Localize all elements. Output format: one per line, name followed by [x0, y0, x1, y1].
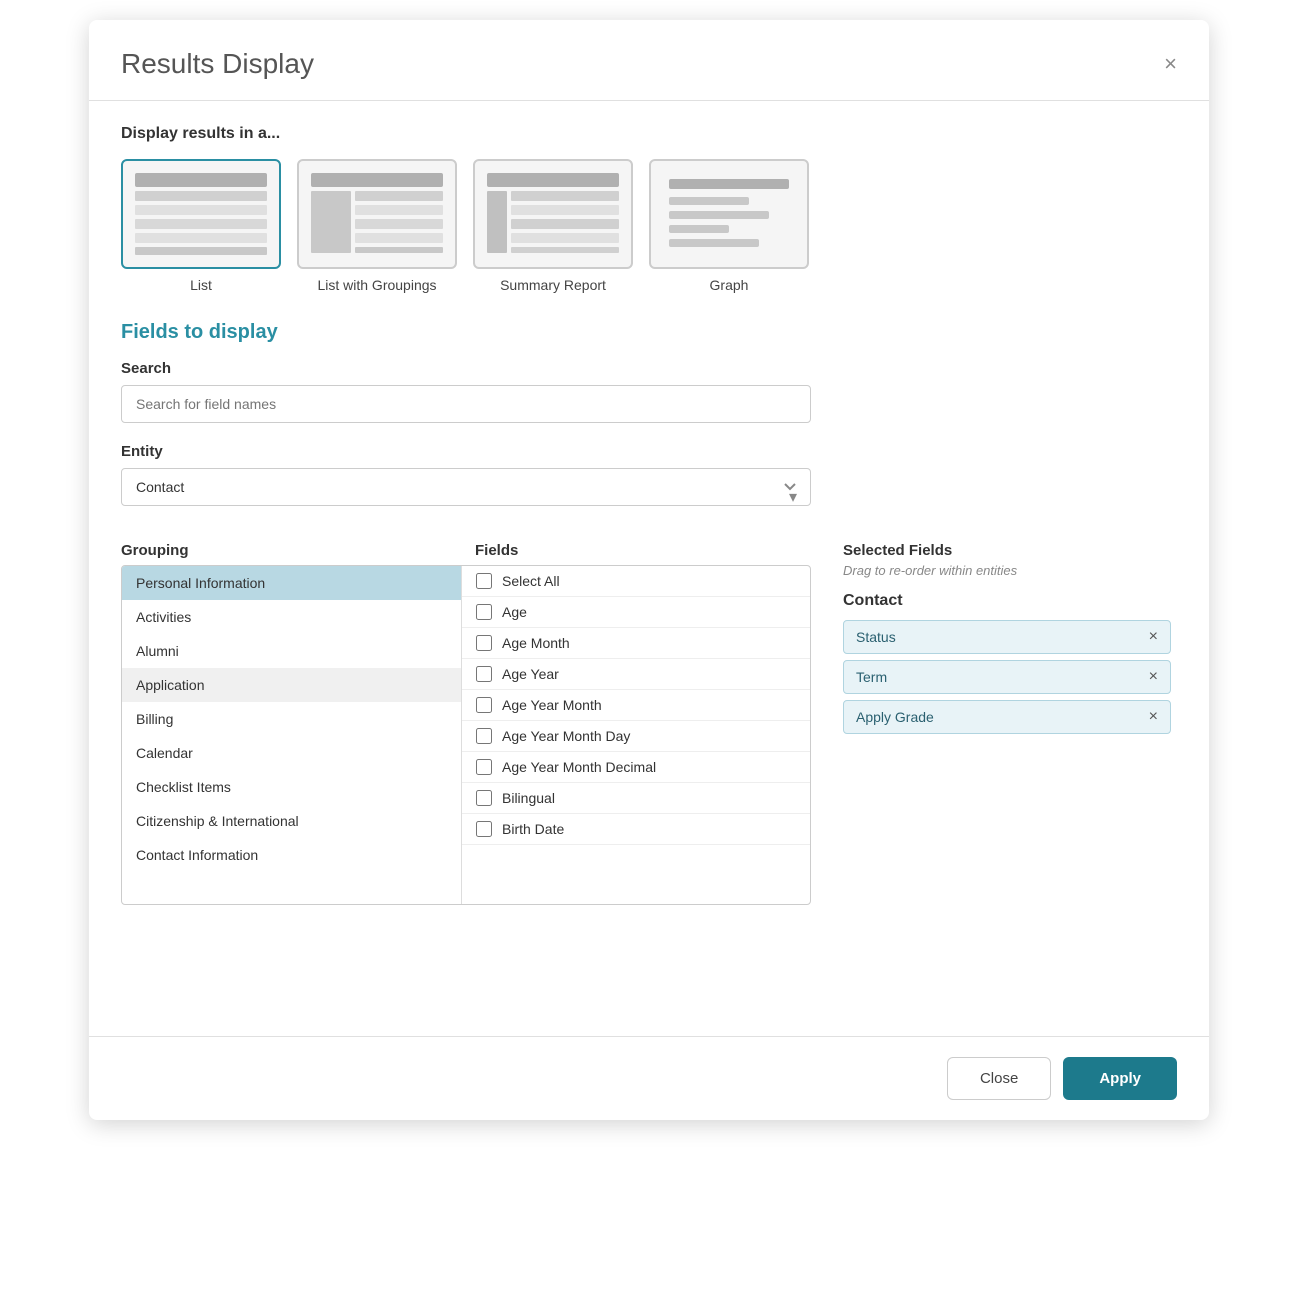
checkbox-birth-date[interactable] — [476, 821, 492, 837]
display-option-label-graph: Graph — [710, 277, 749, 293]
fields-col: Select All Age Age Month — [462, 566, 810, 904]
chip-term: Term × — [843, 660, 1171, 694]
fields-list: Select All Age Age Month — [462, 566, 810, 845]
checkbox-age-month[interactable] — [476, 635, 492, 651]
field-label-age-year-month: Age Year Month — [502, 697, 602, 713]
grouping-item-billing[interactable]: Billing — [122, 702, 461, 736]
field-label-birth-date: Birth Date — [502, 821, 564, 837]
display-options: List List with Groupings — [121, 159, 1177, 293]
field-item-age-year-month-day[interactable]: Age Year Month Day — [462, 721, 810, 752]
field-label-select-all: Select All — [502, 573, 560, 589]
entity-label: Entity — [121, 443, 1177, 460]
checkbox-select-all[interactable] — [476, 573, 492, 589]
checkbox-age-year-month-day[interactable] — [476, 728, 492, 744]
grouping-item-citizenship[interactable]: Citizenship & International — [122, 804, 461, 838]
chip-apply-grade-remove[interactable]: × — [1149, 709, 1158, 725]
apply-button[interactable]: Apply — [1063, 1057, 1177, 1100]
list-icon — [131, 169, 271, 259]
grouping-item-contact-info[interactable]: Contact Information — [122, 838, 461, 872]
chip-apply-grade: Apply Grade × — [843, 700, 1171, 734]
field-label-age-month: Age Month — [502, 635, 570, 651]
display-option-box-summary — [473, 159, 633, 269]
field-label-age: Age — [502, 604, 527, 620]
selected-fields-title: Selected Fields — [843, 542, 1171, 559]
grouping-item-calendar[interactable]: Calendar — [122, 736, 461, 770]
field-label-age-year: Age Year — [502, 666, 559, 682]
display-option-box-list — [121, 159, 281, 269]
modal-title: Results Display — [121, 48, 314, 80]
chip-status-remove[interactable]: × — [1149, 629, 1158, 645]
field-item-age[interactable]: Age — [462, 597, 810, 628]
entity-select-wrapper: Contact Application Alumni Billing — [121, 468, 811, 526]
modal-header: Results Display × — [89, 20, 1209, 101]
display-option-summary[interactable]: Summary Report — [473, 159, 633, 293]
checkbox-age-year-month-decimal[interactable] — [476, 759, 492, 775]
field-label-age-year-month-decimal: Age Year Month Decimal — [502, 759, 656, 775]
display-label: Display results in a... — [121, 125, 1177, 143]
field-label-age-year-month-day: Age Year Month Day — [502, 728, 630, 744]
grouping-fields-container: Personal Information Activities Alumni A… — [121, 565, 811, 905]
field-item-bilingual[interactable]: Bilingual — [462, 783, 810, 814]
field-item-age-year-month[interactable]: Age Year Month — [462, 690, 810, 721]
grouping-list: Personal Information Activities Alumni A… — [122, 566, 461, 872]
field-item-age-year[interactable]: Age Year — [462, 659, 810, 690]
fields-header: Fields — [461, 542, 518, 565]
fields-section-title: Fields to display — [121, 321, 1177, 344]
display-option-list[interactable]: List — [121, 159, 281, 293]
search-label: Search — [121, 360, 1177, 377]
display-option-box-graph — [649, 159, 809, 269]
field-item-select-all[interactable]: Select All — [462, 566, 810, 597]
right-panel: Selected Fields Drag to re-order within … — [811, 526, 1171, 905]
checkbox-age-year[interactable] — [476, 666, 492, 682]
grouping-header: Grouping — [121, 542, 461, 565]
field-item-birth-date[interactable]: Birth Date — [462, 814, 810, 845]
grouping-col: Personal Information Activities Alumni A… — [122, 566, 462, 904]
grouping-item-application[interactable]: Application — [122, 668, 461, 702]
display-option-label-summary: Summary Report — [500, 277, 606, 293]
list-groupings-icon — [307, 169, 447, 259]
display-option-box-list-groupings — [297, 159, 457, 269]
grouping-item-checklist[interactable]: Checklist Items — [122, 770, 461, 804]
chip-apply-grade-label: Apply Grade — [856, 709, 934, 725]
modal-footer: Close Apply — [89, 1036, 1209, 1120]
grouping-item-activities[interactable]: Activities — [122, 600, 461, 634]
columns-row: Grouping Fields Personal Information Act… — [121, 526, 1177, 905]
display-option-list-groupings[interactable]: List with Groupings — [297, 159, 457, 293]
checkbox-bilingual[interactable] — [476, 790, 492, 806]
field-label-bilingual: Bilingual — [502, 790, 555, 806]
close-footer-button[interactable]: Close — [947, 1057, 1051, 1100]
graph-icon — [659, 169, 799, 259]
modal-body: Display results in a... List — [89, 101, 1209, 1036]
checkbox-age[interactable] — [476, 604, 492, 620]
checkbox-age-year-month[interactable] — [476, 697, 492, 713]
entity-select[interactable]: Contact Application Alumni Billing — [121, 468, 811, 506]
close-button[interactable]: × — [1164, 53, 1177, 75]
chip-status: Status × — [843, 620, 1171, 654]
field-item-age-year-month-decimal[interactable]: Age Year Month Decimal — [462, 752, 810, 783]
selected-fields-hint: Drag to re-order within entities — [843, 563, 1171, 578]
display-option-graph[interactable]: Graph — [649, 159, 809, 293]
contact-label: Contact — [843, 592, 1171, 610]
grouping-item-alumni[interactable]: Alumni — [122, 634, 461, 668]
chip-status-label: Status — [856, 629, 896, 645]
summary-icon — [483, 169, 623, 259]
modal: Results Display × Display results in a..… — [89, 20, 1209, 1120]
field-item-age-month[interactable]: Age Month — [462, 628, 810, 659]
chip-term-label: Term — [856, 669, 887, 685]
left-panel: Grouping Fields Personal Information Act… — [121, 526, 811, 905]
display-option-label-list-groupings: List with Groupings — [317, 277, 436, 293]
chip-term-remove[interactable]: × — [1149, 669, 1158, 685]
grouping-item-personal[interactable]: Personal Information — [122, 566, 461, 600]
search-input[interactable] — [121, 385, 811, 423]
display-option-label-list: List — [190, 277, 212, 293]
